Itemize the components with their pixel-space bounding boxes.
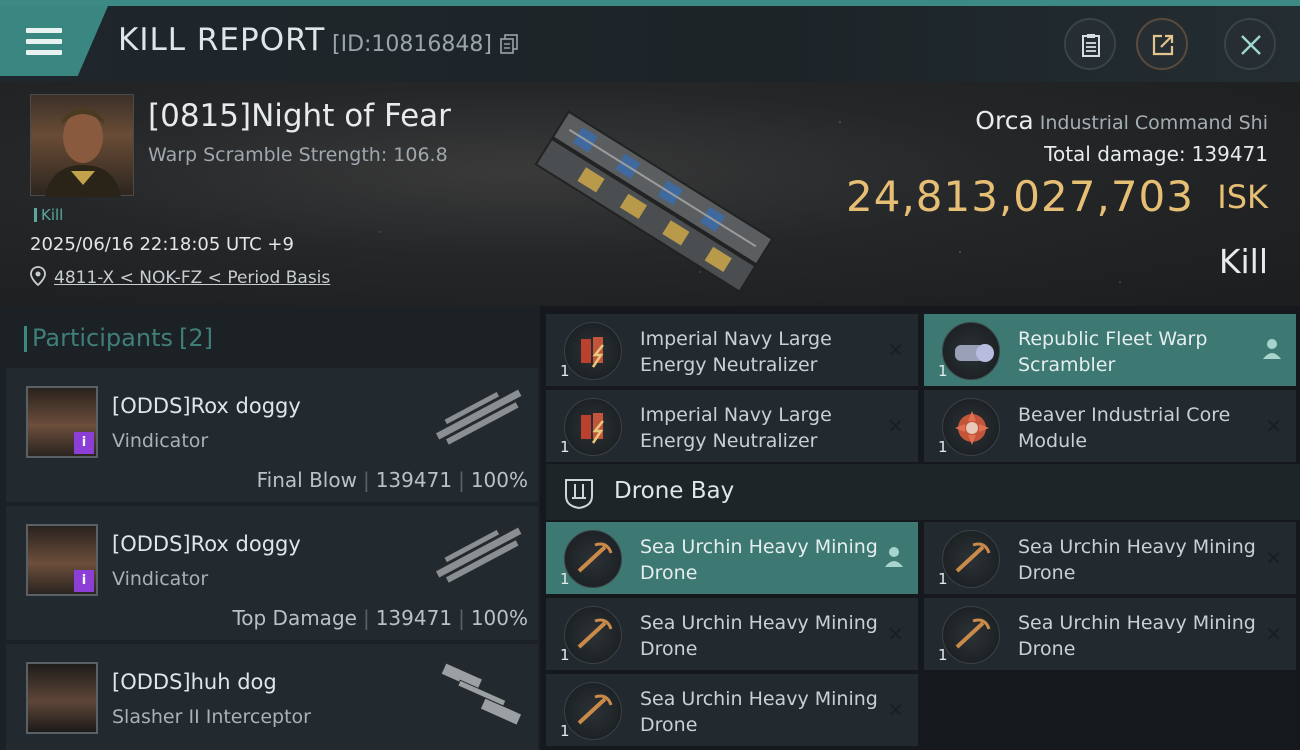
slasher-ship-icon xyxy=(440,662,523,726)
participant-row[interactable]: [ODDS]huh dog Slasher II Interceptor xyxy=(6,644,538,750)
participant-stats: Final Blow | 139471 | 100% xyxy=(256,468,528,492)
industrial-core-icon xyxy=(942,398,1000,456)
drone-bay-icon xyxy=(565,479,593,510)
drone-bay-label: Drone Bay xyxy=(614,478,735,504)
module-slot[interactable]: 1 Beaver Industrial Core Module ✕ xyxy=(924,390,1296,462)
pilot-portrait-icon xyxy=(45,108,121,197)
mining-drone-icon xyxy=(564,530,622,588)
drone-slot[interactable]: 1 Sea Urchin Heavy Mining Drone ✕ xyxy=(546,674,918,746)
victim-ship[interactable]: Orca Industrial Command Shi xyxy=(975,106,1268,135)
participant-name: [ODDS]Rox doggy xyxy=(112,532,301,556)
destroyed-icon: ✕ xyxy=(887,622,904,646)
drone-slot[interactable]: 1 Sea Urchin Heavy Mining Drone ✕ xyxy=(924,598,1296,670)
share-icon xyxy=(1152,34,1174,56)
location-pin-icon xyxy=(30,266,46,286)
drone-bay-header: Drone Bay xyxy=(546,464,1300,520)
participant-row[interactable]: i [ODDS]Rox doggy Vindicator Final Blow |… xyxy=(6,368,538,502)
total-damage: Total damage: 139471 xyxy=(1044,142,1268,166)
vindicator-ship-icon xyxy=(434,526,523,584)
avatar xyxy=(26,662,98,734)
dropped-person-icon xyxy=(1263,339,1281,359)
ship-class: Industrial Command Shi xyxy=(1039,112,1268,134)
kill-result: Kill xyxy=(1218,242,1268,281)
mining-drone-icon xyxy=(564,682,622,740)
module-name: Beaver Industrial Core Module xyxy=(1018,404,1231,452)
destroyed-icon: ✕ xyxy=(1265,414,1282,438)
kill-timestamp: 2025/06/16 22:18:05 UTC +9 xyxy=(30,234,294,255)
copy-icon[interactable] xyxy=(500,34,518,54)
destroyed-icon: ✕ xyxy=(887,338,904,362)
module-name: Imperial Navy Large Energy Neutralizer xyxy=(640,404,832,452)
clipboard-button[interactable] xyxy=(1064,18,1116,70)
drone-name: Sea Urchin Heavy Mining Drone xyxy=(1018,612,1256,660)
participant-ship: Vindicator xyxy=(112,568,209,590)
participant-name: [ODDS]huh dog xyxy=(112,670,277,694)
hamburger-icon xyxy=(26,28,62,56)
drone-name: Sea Urchin Heavy Mining Drone xyxy=(640,536,878,584)
drone-name: Sea Urchin Heavy Mining Drone xyxy=(640,688,878,736)
destroyed-icon: ✕ xyxy=(887,698,904,722)
participant-stats: Top Damage | 139471 | 100% xyxy=(232,606,528,630)
drone-name: Sea Urchin Heavy Mining Drone xyxy=(640,612,878,660)
orca-ship-icon xyxy=(534,110,774,293)
kill-id: [ID:10816848] xyxy=(332,32,492,57)
energy-neutralizer-icon xyxy=(564,398,622,456)
destroyed-icon: ✕ xyxy=(1265,622,1282,646)
mining-drone-icon xyxy=(564,606,622,664)
module-name: Imperial Navy Large Energy Neutralizer xyxy=(640,328,832,376)
participants-header: Participants [2] xyxy=(24,324,213,352)
share-button[interactable] xyxy=(1136,18,1188,70)
participants-panel: Participants [2] i [ODDS]Rox doggy Vindic… xyxy=(0,306,540,750)
drone-name: Sea Urchin Heavy Mining Drone xyxy=(1018,536,1256,584)
drone-slot[interactable]: 1 Sea Urchin Heavy Mining Drone ✕ xyxy=(924,522,1296,594)
mining-drone-icon xyxy=(942,530,1000,588)
energy-neutralizer-icon xyxy=(564,322,622,380)
module-name: Republic Fleet Warp Scrambler xyxy=(1018,328,1208,376)
module-slot[interactable]: 1 Republic Fleet Warp Scrambler xyxy=(924,314,1296,386)
destroyed-icon: ✕ xyxy=(1265,546,1282,570)
victim-avatar[interactable] xyxy=(30,94,134,197)
drone-slot[interactable]: 1 Sea Urchin Heavy Mining Drone xyxy=(546,522,918,594)
participant-row[interactable]: i [ODDS]Rox doggy Vindicator Top Damage |… xyxy=(6,506,538,640)
module-slot[interactable]: 1 Imperial Navy Large Energy Neutralizer… xyxy=(546,314,918,386)
info-badge: i xyxy=(74,570,94,592)
participant-name: [ODDS]Rox doggy xyxy=(112,394,301,418)
warp-scramble-strength: Warp Scramble Strength: 106.8 xyxy=(148,144,448,166)
victim-name[interactable]: [0815]Night of Fear xyxy=(148,98,451,134)
clipboard-icon xyxy=(1082,34,1100,57)
vindicator-ship-icon xyxy=(434,388,523,446)
warp-scrambler-icon xyxy=(942,322,1000,380)
page-title: KILL REPORT xyxy=(118,22,326,58)
close-icon xyxy=(1241,35,1261,55)
isk-value: 24,813,027,703 xyxy=(846,172,1194,221)
location-link[interactable]: 4811-X < NOK-FZ < Period Basis xyxy=(54,268,330,288)
module-slot[interactable]: 1 Imperial Navy Large Energy Neutralizer… xyxy=(546,390,918,462)
participant-ship: Vindicator xyxy=(112,430,209,452)
destroyed-icon: ✕ xyxy=(887,414,904,438)
kill-tag: Kill xyxy=(34,206,63,224)
close-button[interactable] xyxy=(1224,18,1276,70)
participant-ship: Slasher II Interceptor xyxy=(112,706,311,728)
info-badge: i xyxy=(74,432,94,454)
drone-slot[interactable]: 1 Sea Urchin Heavy Mining Drone ✕ xyxy=(546,598,918,670)
dropped-person-icon xyxy=(885,547,903,567)
kill-summary: [0815]Night of Fear Warp Scramble Streng… xyxy=(0,82,1300,306)
isk-unit: ISK xyxy=(1217,178,1268,216)
mining-drone-icon xyxy=(942,606,1000,664)
